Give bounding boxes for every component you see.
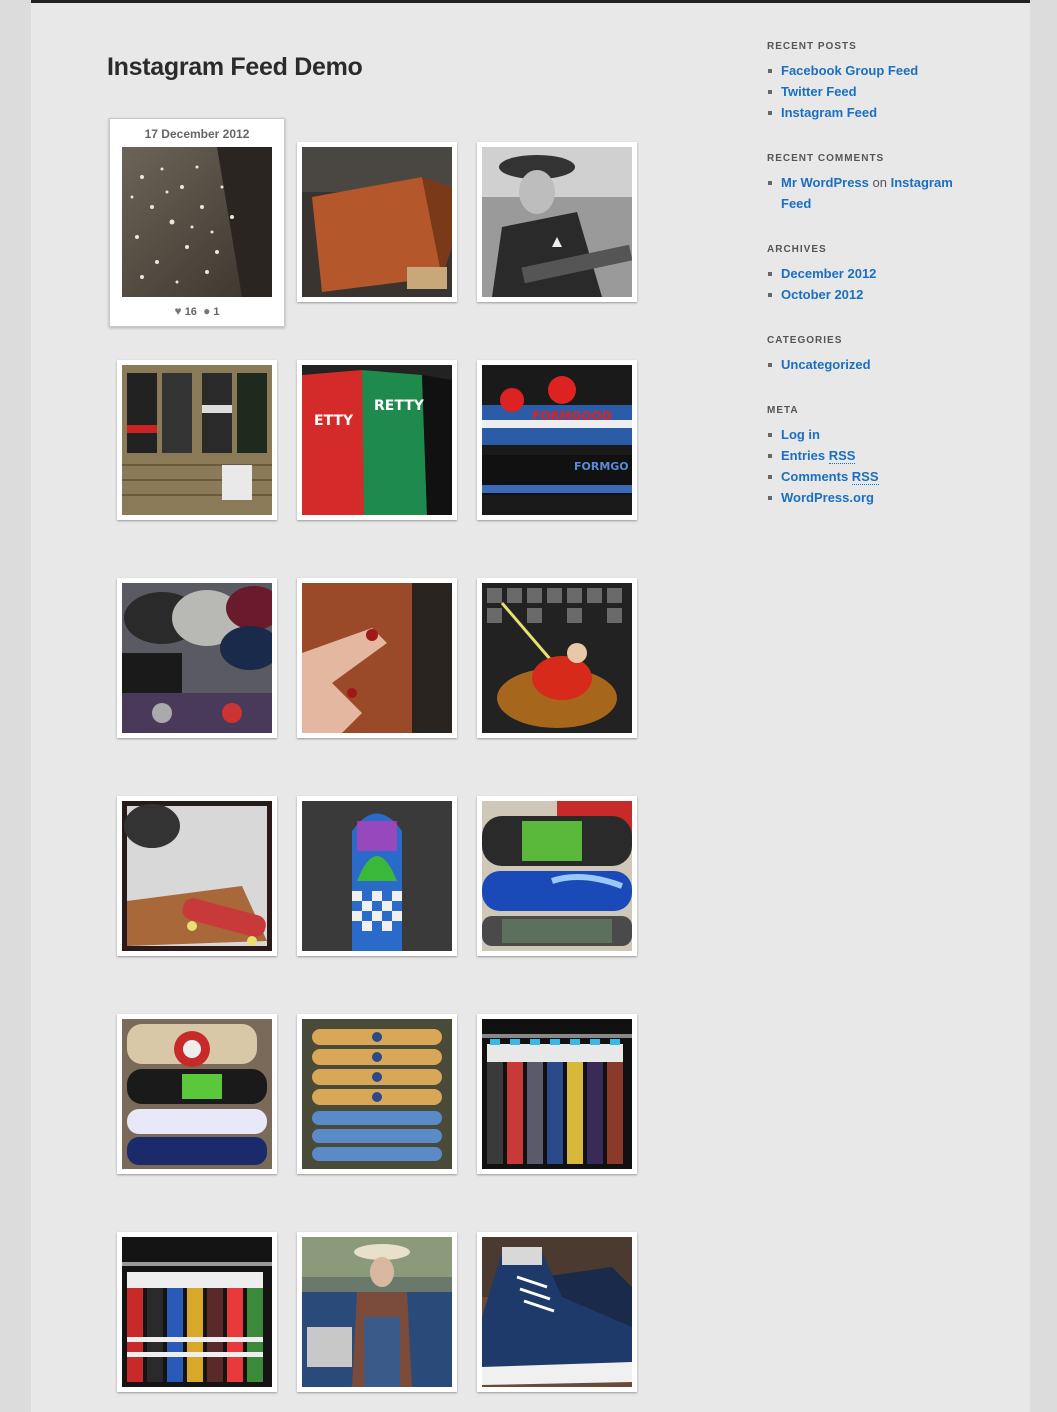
link-log-in[interactable]: Log in [781,427,820,442]
widget-meta: META Log in Entries RSS Comments RSS Wor… [767,405,997,508]
list-item: Twitter Feed [767,81,997,102]
link-wordpress-org[interactable]: WordPress.org [781,490,874,505]
instagram-photo[interactable] [477,578,637,738]
likes-count: 16 [184,306,197,318]
widget-heading: CATEGORIES [767,335,843,346]
list-item: Facebook Group Feed [767,60,997,81]
photo-caps [122,583,272,733]
photo-checkered-board [302,801,452,951]
instagram-photo[interactable] [297,1232,457,1392]
photo-skateboard-ramp [122,801,272,951]
instagram-photo[interactable] [117,796,277,956]
link-comment-post-cont[interactable]: Feed [781,196,811,211]
instagram-photo[interactable] [477,1232,637,1392]
list-item: Uncategorized [767,354,997,375]
photo-socks [482,1019,632,1169]
instagram-photo[interactable]: ETTY RETTY [297,360,457,520]
photo-decks-stack [482,801,632,951]
svg-text:FORMGOOD: FORMGOOD [532,409,612,423]
link-instagram-feed[interactable]: Instagram Feed [781,105,877,120]
photo-longboards [302,1019,452,1169]
photo-striped-socks [122,1237,272,1387]
instagram-photo[interactable] [117,1232,277,1392]
instagram-photo[interactable] [117,578,277,738]
instagram-photo-featured[interactable]: 17 December 2012 ♥ 16 ● 1 [109,118,285,327]
list-item: Entries RSS [767,445,997,466]
widget-heading: META [767,405,799,416]
list-item: December 2012 [767,263,997,284]
instagram-photo[interactable] [117,1014,277,1174]
instagram-photo[interactable] [297,1014,457,1174]
list-item: Comments RSS [767,466,997,487]
instagram-photo[interactable] [297,578,457,738]
instagram-photo[interactable] [477,142,637,302]
photo-finger [302,583,452,733]
sidebar: RECENT POSTS Facebook Group Feed Twitter… [767,41,997,538]
list-item: Log in [767,424,997,445]
photo-beanies: FORMGOOD FORMGO [482,365,632,515]
instagram-photo[interactable]: FORMGOOD FORMGO [477,360,637,520]
svg-text:RETTY: RETTY [374,398,425,414]
widget-heading: ARCHIVES [767,244,827,255]
photo-cowboy [482,147,632,297]
widget-heading: RECENT COMMENTS [767,153,885,164]
link-facebook-group-feed[interactable]: Facebook Group Feed [781,63,918,78]
photo-sneakers [482,1237,632,1387]
svg-text:FORMGO: FORMGO [574,460,629,473]
photo-gloves [122,365,272,515]
list-item: Mr WordPress on Instagram Feed [767,172,997,214]
photo-tshirts: ETTY RETTY [302,365,452,515]
link-archive-december-2012[interactable]: December 2012 [781,266,876,281]
photo-elf [482,583,632,733]
widget-recent-posts: RECENT POSTS Facebook Group Feed Twitter… [767,41,997,123]
link-archive-october-2012[interactable]: October 2012 [781,287,863,302]
photo-hail[interactable] [122,147,272,297]
page-title: Instagram Feed Demo [107,53,363,81]
heart-icon: ♥ [174,304,182,318]
link-entries-rss[interactable]: Entries RSS [781,448,856,464]
widget-heading: RECENT POSTS [767,41,857,52]
photo-old-man-truck [302,1237,452,1387]
comments-count: 1 [213,306,220,318]
photo-ramp [302,147,452,297]
photo-date: 17 December 2012 [144,127,250,141]
link-category-uncategorized[interactable]: Uncategorized [781,357,871,372]
instagram-photo[interactable] [477,1014,637,1174]
photo-decks-wall [122,1019,272,1169]
instagram-photo[interactable] [117,360,277,520]
speech-bubble-icon: ● [203,304,211,318]
link-comments-rss[interactable]: Comments RSS [781,469,879,485]
photo-stats: ♥ 16 ● 1 [122,304,272,318]
instagram-photo[interactable] [297,142,457,302]
instagram-photo[interactable] [477,796,637,956]
link-comment-author[interactable]: Mr WordPress [781,175,869,190]
link-comment-post[interactable]: Instagram [891,175,953,190]
list-item: Instagram Feed [767,102,997,123]
widget-archives: ARCHIVES December 2012 October 2012 [767,244,997,305]
widget-recent-comments: RECENT COMMENTS Mr WordPress on Instagra… [767,153,997,214]
instagram-photo[interactable] [297,796,457,956]
list-item: October 2012 [767,284,997,305]
comment-joiner: on [872,175,887,190]
list-item: WordPress.org [767,487,997,508]
page-content: Instagram Feed Demo 17 December 2012 ♥ 1… [31,0,1030,1412]
svg-text:ETTY: ETTY [314,413,354,429]
widget-categories: CATEGORIES Uncategorized [767,335,997,375]
link-twitter-feed[interactable]: Twitter Feed [781,84,857,99]
